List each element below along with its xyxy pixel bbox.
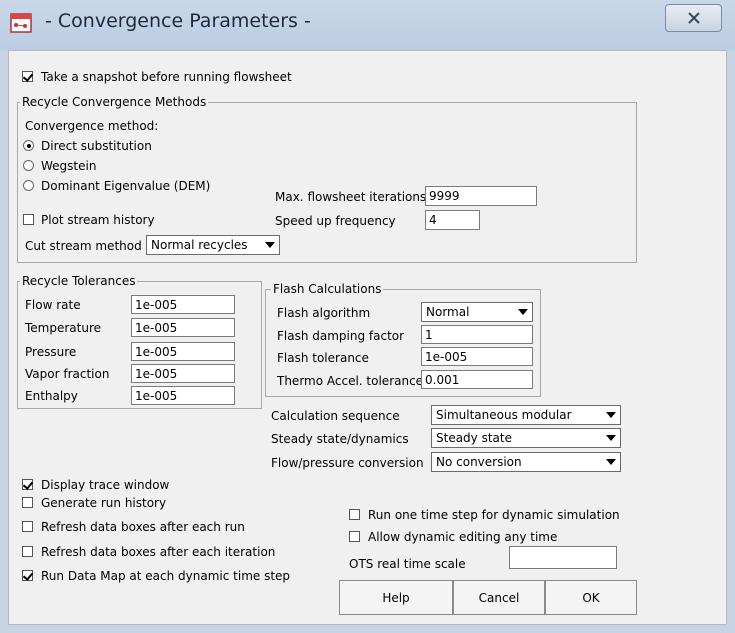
close-button[interactable] — [665, 4, 722, 32]
run-one-step-label: Run one time step for dynamic simulation — [368, 508, 620, 522]
max-iterations-label: Max. flowsheet iterations — [275, 190, 427, 204]
chevron-down-icon — [518, 309, 528, 315]
calc-sequence-select[interactable]: Simultaneous modular — [431, 405, 621, 425]
chevron-down-icon — [606, 459, 616, 465]
display-trace-checkbox[interactable] — [22, 479, 33, 490]
max-iterations-field[interactable]: 9999 — [425, 186, 537, 206]
flash-algorithm-label: Flash algorithm — [277, 306, 371, 320]
flash-damping-field[interactable]: 1 — [421, 325, 533, 344]
tol-vapor-fraction-field[interactable]: 1e-005 — [131, 364, 235, 383]
steady-state-label: Steady state/dynamics — [271, 432, 409, 446]
refresh-iteration-checkbox[interactable] — [22, 546, 33, 557]
tol-temperature-field[interactable]: 1e-005 — [131, 318, 235, 337]
calc-sequence-label: Calculation sequence — [271, 409, 400, 423]
tol-pressure-label: Pressure — [25, 345, 77, 359]
speedup-field[interactable]: 4 — [425, 210, 480, 230]
refresh-run-label: Refresh data boxes after each run — [41, 520, 245, 534]
run-data-map-label: Run Data Map at each dynamic time step — [41, 569, 291, 583]
flash-tolerance-field[interactable]: 1e-005 — [421, 347, 533, 366]
thermo-accel-label: Thermo Accel. tolerance — [277, 374, 424, 388]
tol-enthalpy-label: Enthalpy — [25, 389, 78, 403]
snapshot-checkbox[interactable] — [22, 71, 33, 82]
radio-wegstein-label: Wegstein — [41, 159, 97, 173]
cancel-button[interactable]: Cancel — [453, 580, 545, 615]
cut-stream-label: Cut stream method — [25, 239, 142, 253]
display-trace-label: Display trace window — [41, 478, 170, 492]
refresh-iteration-label: Refresh data boxes after each iteration — [41, 545, 276, 559]
chevron-down-icon — [265, 242, 275, 248]
chevron-down-icon — [606, 412, 616, 418]
speedup-label: Speed up frequency — [275, 214, 396, 228]
window-title: - Convergence Parameters - — [45, 10, 311, 32]
flow-pressure-value: No conversion — [436, 455, 522, 469]
run-data-map-checkbox[interactable] — [22, 570, 33, 581]
snapshot-label: Take a snapshot before running flowsheet — [41, 70, 292, 84]
radio-dominant-eigenvalue-label: Dominant Eigenvalue (DEM) — [41, 179, 211, 193]
refresh-run-checkbox[interactable] — [22, 521, 33, 532]
chevron-down-icon — [606, 435, 616, 441]
ok-button[interactable]: OK — [545, 580, 637, 615]
plot-history-checkbox[interactable] — [23, 214, 34, 225]
flash-tolerance-label: Flash tolerance — [277, 351, 369, 365]
tol-pressure-field[interactable]: 1e-005 — [131, 342, 235, 361]
flash-damping-label: Flash damping factor — [277, 329, 405, 343]
radio-dominant-eigenvalue[interactable] — [23, 180, 34, 191]
generate-history-checkbox[interactable] — [22, 497, 33, 508]
convergence-method-label: Convergence method: — [25, 119, 159, 133]
allow-dynamic-edit-checkbox[interactable] — [349, 531, 360, 542]
generate-history-label: Generate run history — [41, 496, 167, 510]
thermo-accel-field[interactable]: 0.001 — [421, 370, 533, 389]
calc-sequence-value: Simultaneous modular — [436, 408, 572, 422]
flow-pressure-label: Flow/pressure conversion — [271, 456, 424, 470]
allow-dynamic-edit-label: Allow dynamic editing any time — [368, 530, 558, 544]
app-icon — [10, 12, 32, 34]
radio-direct-substitution-label: Direct substitution — [41, 139, 152, 153]
close-icon — [687, 12, 700, 24]
ots-field[interactable] — [509, 546, 617, 569]
tol-vapor-fraction-label: Vapor fraction — [25, 367, 110, 381]
flash-group-label: Flash Calculations — [271, 282, 384, 296]
steady-state-value: Steady state — [436, 431, 512, 445]
cut-stream-value: Normal recycles — [151, 238, 248, 252]
tol-flow-rate-label: Flow rate — [25, 298, 81, 312]
run-one-step-checkbox[interactable] — [349, 509, 360, 520]
flow-pressure-select[interactable]: No conversion — [431, 452, 621, 472]
cut-stream-select[interactable]: Normal recycles — [146, 235, 280, 255]
tolerances-group-label: Recycle Tolerances — [20, 274, 138, 288]
tol-enthalpy-field[interactable]: 1e-005 — [131, 386, 235, 405]
help-button[interactable]: Help — [339, 580, 453, 615]
ots-label: OTS real time scale — [349, 557, 466, 571]
plot-history-label: Plot stream history — [41, 213, 155, 227]
steady-state-select[interactable]: Steady state — [431, 428, 621, 448]
radio-direct-substitution[interactable] — [23, 140, 34, 151]
radio-wegstein[interactable] — [23, 160, 34, 171]
tol-flow-rate-field[interactable]: 1e-005 — [131, 295, 235, 314]
tol-temperature-label: Temperature — [25, 321, 102, 335]
flash-algorithm-value: Normal — [426, 305, 470, 319]
flash-algorithm-select[interactable]: Normal — [421, 302, 533, 322]
recycle-methods-group-label: Recycle Convergence Methods — [20, 95, 209, 109]
